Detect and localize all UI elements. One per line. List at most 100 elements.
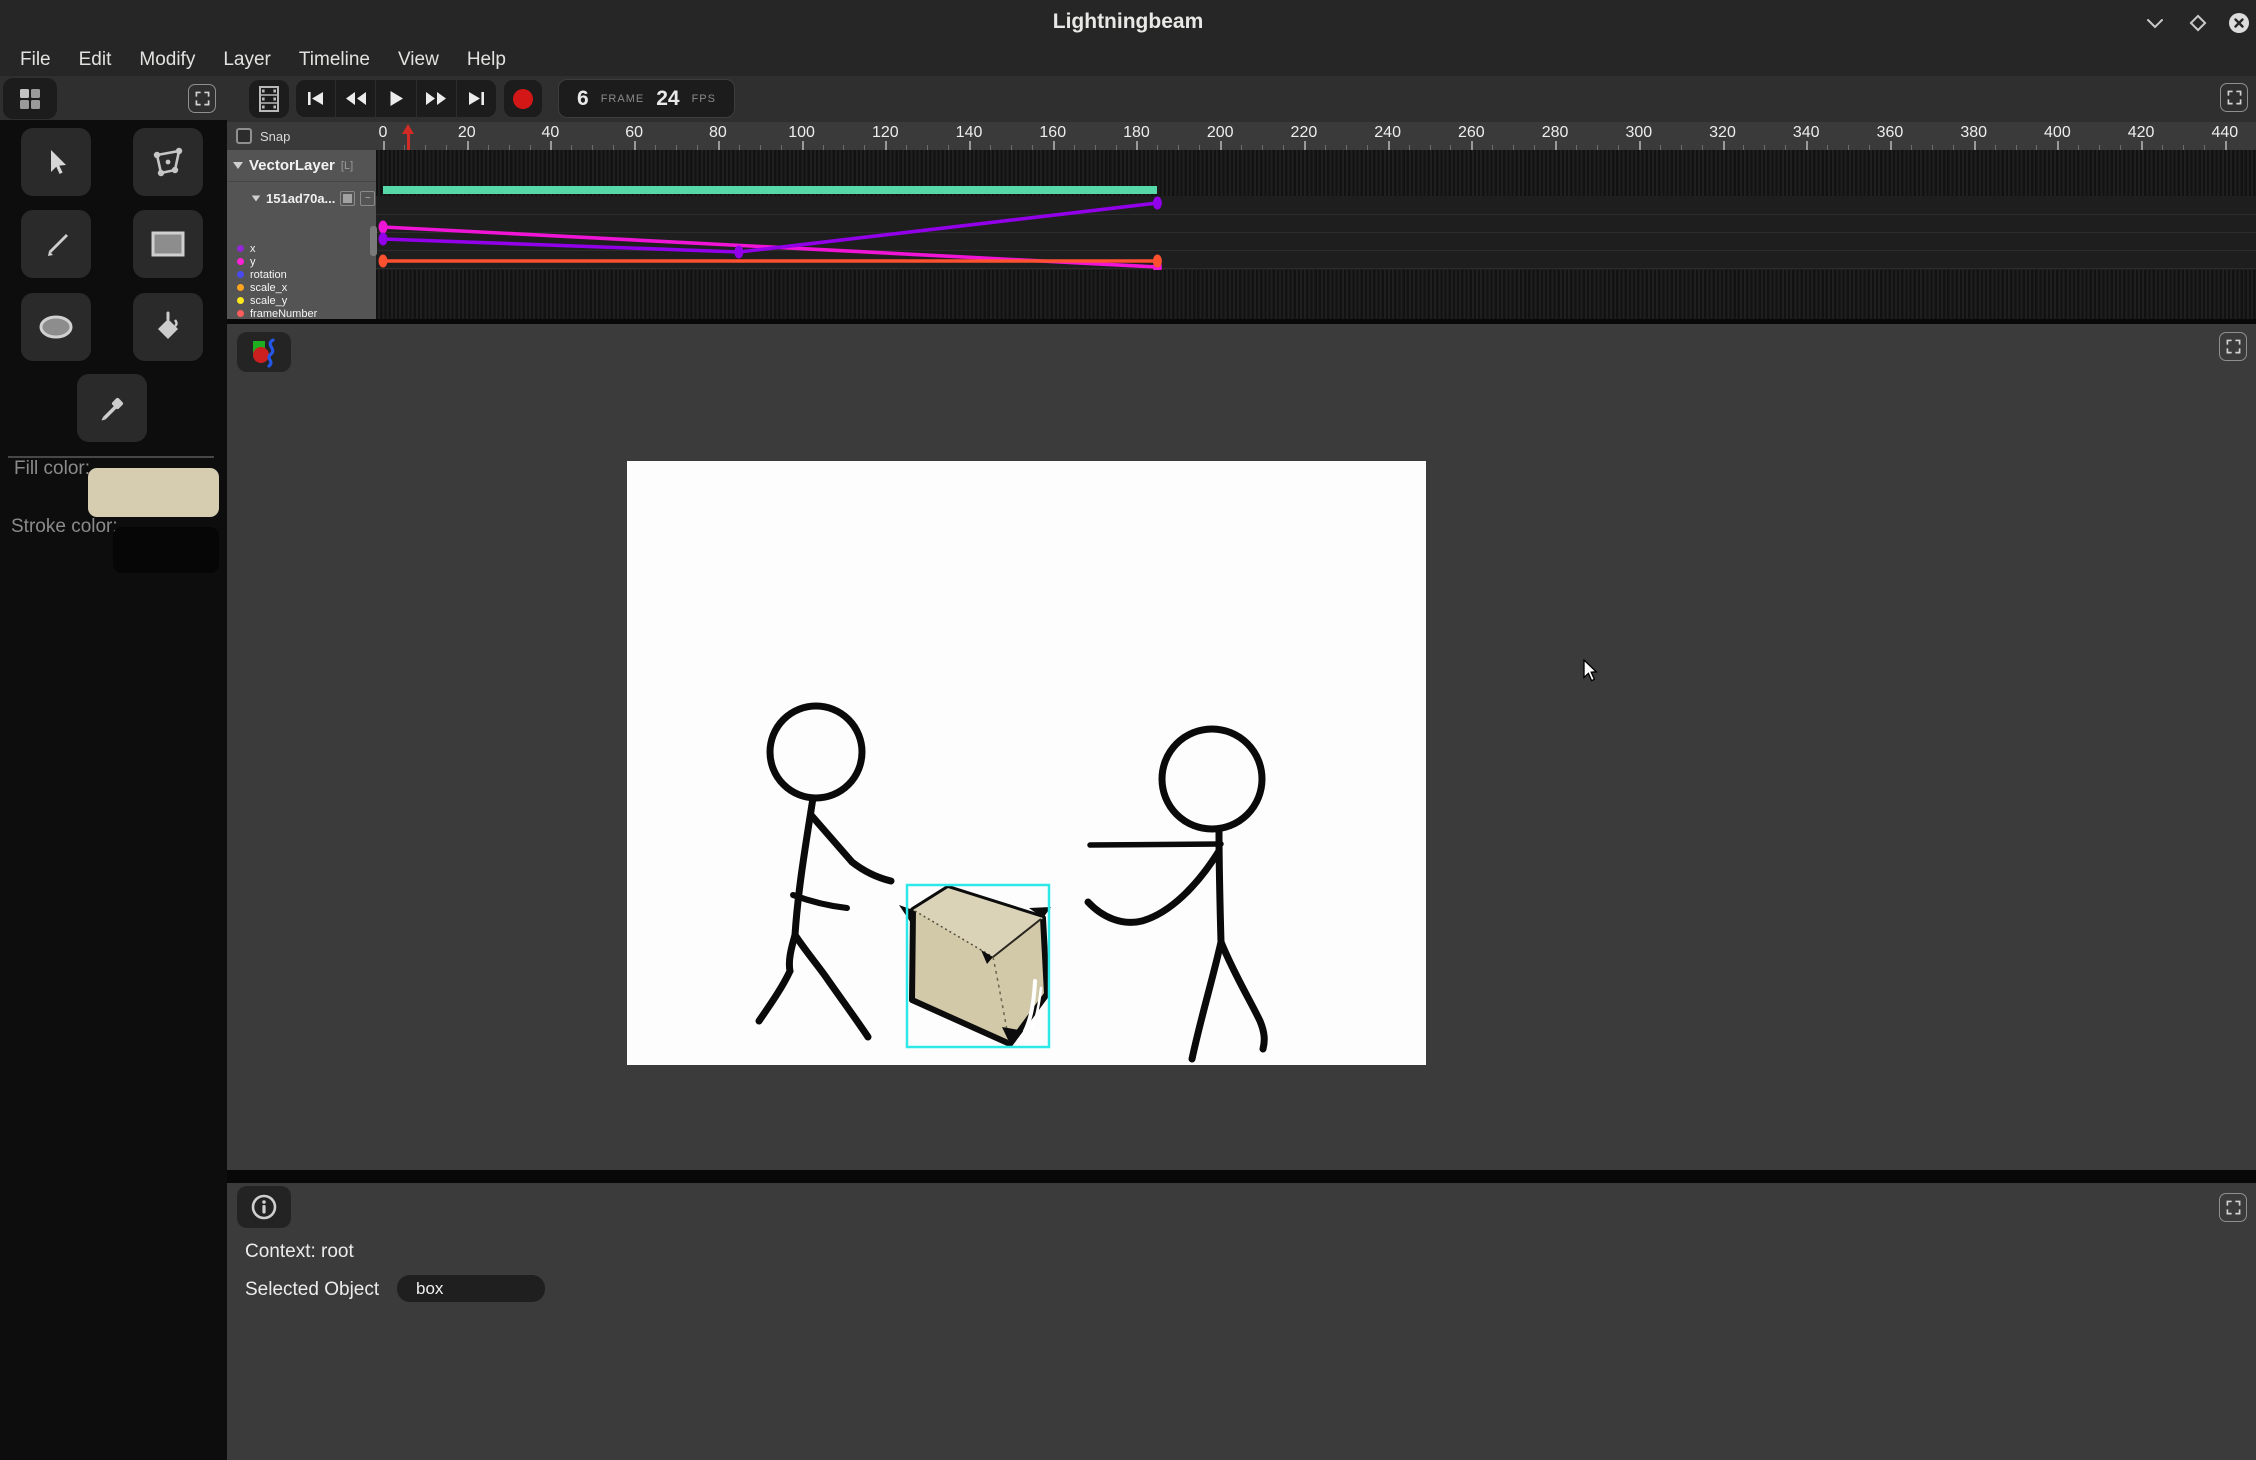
fast-forward-button[interactable]	[417, 80, 457, 117]
skip-to-start-button[interactable]	[296, 80, 336, 117]
property-name: scale_x	[250, 282, 287, 294]
panel-scrollbar[interactable]	[370, 226, 377, 256]
frame-value: 6	[577, 87, 589, 111]
stroke-color-label: Stroke color:	[11, 516, 118, 538]
keyframe-frameNumber[interactable]	[1153, 255, 1162, 268]
selected-object-input[interactable]: box	[397, 1275, 545, 1302]
title-bar: Lightningbeam	[0, 0, 2256, 44]
close-icon[interactable]	[2227, 11, 2251, 35]
property-row-y[interactable]: y	[237, 255, 317, 268]
ruler-tick	[1136, 141, 1138, 150]
menu-modify[interactable]: Modify	[125, 49, 209, 71]
property-row-scale_y[interactable]: scale_y	[237, 294, 317, 307]
property-name: rotation	[250, 269, 287, 281]
menu-view[interactable]: View	[384, 49, 453, 71]
fill-color-label: Fill color:	[14, 458, 90, 480]
rectangle-tool-button[interactable]	[133, 210, 203, 278]
keyframe-frameNumber[interactable]	[379, 255, 388, 268]
layer-name: VectorLayer	[249, 157, 335, 174]
canvas-panel	[227, 324, 2256, 1170]
keyframe-x[interactable]	[734, 246, 743, 259]
drawing-canvas[interactable]	[627, 461, 1426, 1065]
ruler-label: 440	[2203, 124, 2247, 142]
record-button[interactable]	[504, 80, 542, 117]
property-name: frameNumber	[250, 308, 317, 320]
expand-icon	[2227, 90, 2242, 105]
toolbar-expand-button[interactable]	[2220, 83, 2248, 112]
layer-row[interactable]: VectorLayer [L]	[227, 150, 376, 182]
box-object[interactable]	[899, 888, 1051, 1044]
skip-start-icon	[307, 91, 324, 106]
film-button[interactable]	[249, 80, 289, 118]
collapse-triangle-icon[interactable]	[252, 195, 261, 201]
property-row-scale_x[interactable]: scale_x	[237, 281, 317, 294]
keyframe-y[interactable]	[379, 221, 388, 234]
property-row-rotation[interactable]: rotation	[237, 268, 317, 281]
ellipse-tool-button[interactable]	[21, 293, 91, 361]
menu-help[interactable]: Help	[453, 49, 520, 71]
fps-unit-label: FPS	[692, 93, 716, 105]
menu-timeline[interactable]: Timeline	[285, 49, 384, 71]
info-tab-button[interactable]	[237, 1186, 291, 1228]
sidebar-expand-button[interactable]	[188, 84, 216, 113]
select-tool-button[interactable]	[21, 128, 91, 196]
minimize-icon[interactable]	[2143, 11, 2167, 35]
object-row[interactable]: 151ad70a... ~	[227, 186, 376, 210]
canvas-expand-button[interactable]	[2219, 332, 2247, 361]
playhead[interactable]	[402, 124, 414, 150]
info-icon	[251, 1194, 277, 1220]
scene-tab-button[interactable]	[237, 332, 291, 372]
ruler-tick	[969, 141, 971, 150]
property-name: x	[250, 243, 256, 255]
snap-checkbox[interactable]	[236, 128, 252, 144]
lower-track-strip[interactable]	[376, 270, 2256, 319]
snap-label: Snap	[260, 129, 290, 144]
keyframe-x[interactable]	[1153, 197, 1162, 210]
fill-color-swatch[interactable]	[88, 468, 219, 517]
collapse-triangle-icon[interactable]	[233, 162, 243, 169]
sidebar-header	[0, 76, 227, 120]
stroke-color-swatch[interactable]	[113, 527, 219, 573]
property-name: y	[250, 256, 256, 268]
stick-figure-right[interactable]	[1088, 729, 1264, 1059]
play-button[interactable]	[376, 80, 416, 117]
ruler-tick	[2225, 141, 2227, 150]
ruler-tick	[1220, 141, 1222, 150]
ruler-label: 340	[1784, 124, 1828, 142]
maximize-icon[interactable]	[2186, 11, 2210, 35]
mouse-cursor	[1583, 659, 1601, 683]
ruler-label: 400	[2035, 124, 2079, 142]
transform-tool-button[interactable]	[133, 128, 203, 196]
property-color-dot	[237, 297, 244, 304]
curve-graph-area[interactable]	[376, 196, 2256, 270]
object-tilde-button[interactable]: ~	[360, 191, 375, 206]
panel-grid-button[interactable]	[3, 78, 57, 119]
eyedropper-tool-button[interactable]	[77, 374, 147, 442]
menu-file[interactable]: File	[6, 49, 65, 71]
property-row-x[interactable]: x	[237, 242, 317, 255]
timeline-panel: Snap 02040608010012014016018020022024026…	[227, 122, 2256, 319]
fps-value: 24	[656, 87, 679, 111]
ruler-tick	[1974, 141, 1976, 150]
curve-x[interactable]	[383, 203, 1157, 252]
keyframe-x[interactable]	[379, 233, 388, 246]
fill-tool-button[interactable]	[133, 293, 203, 361]
ruler-tick	[1555, 141, 1557, 150]
stick-figure-left[interactable]	[759, 706, 891, 1037]
ruler-tick	[885, 141, 887, 150]
ruler-label: 300	[1617, 124, 1661, 142]
info-panel-expand-button[interactable]	[2219, 1193, 2247, 1222]
object-visibility-toggle[interactable]	[340, 191, 355, 206]
timeline-ruler[interactable]: 0204060801001201401601802002202402602803…	[376, 122, 2256, 150]
pencil-tool-button[interactable]	[21, 210, 91, 278]
keyframe-curves	[376, 196, 2256, 270]
menu-bar: FileEditModifyLayerTimelineViewHelp	[0, 44, 2256, 76]
vector-shapes-logo-icon	[247, 335, 281, 369]
menu-edit[interactable]: Edit	[65, 49, 126, 71]
ruler-label: 220	[1282, 124, 1326, 142]
menu-layer[interactable]: Layer	[209, 49, 285, 71]
rewind-button[interactable]	[336, 80, 376, 117]
skip-to-end-button[interactable]	[457, 80, 496, 117]
property-row-frameNumber[interactable]: frameNumber	[237, 307, 317, 320]
layer-span-bar[interactable]	[383, 186, 1157, 194]
